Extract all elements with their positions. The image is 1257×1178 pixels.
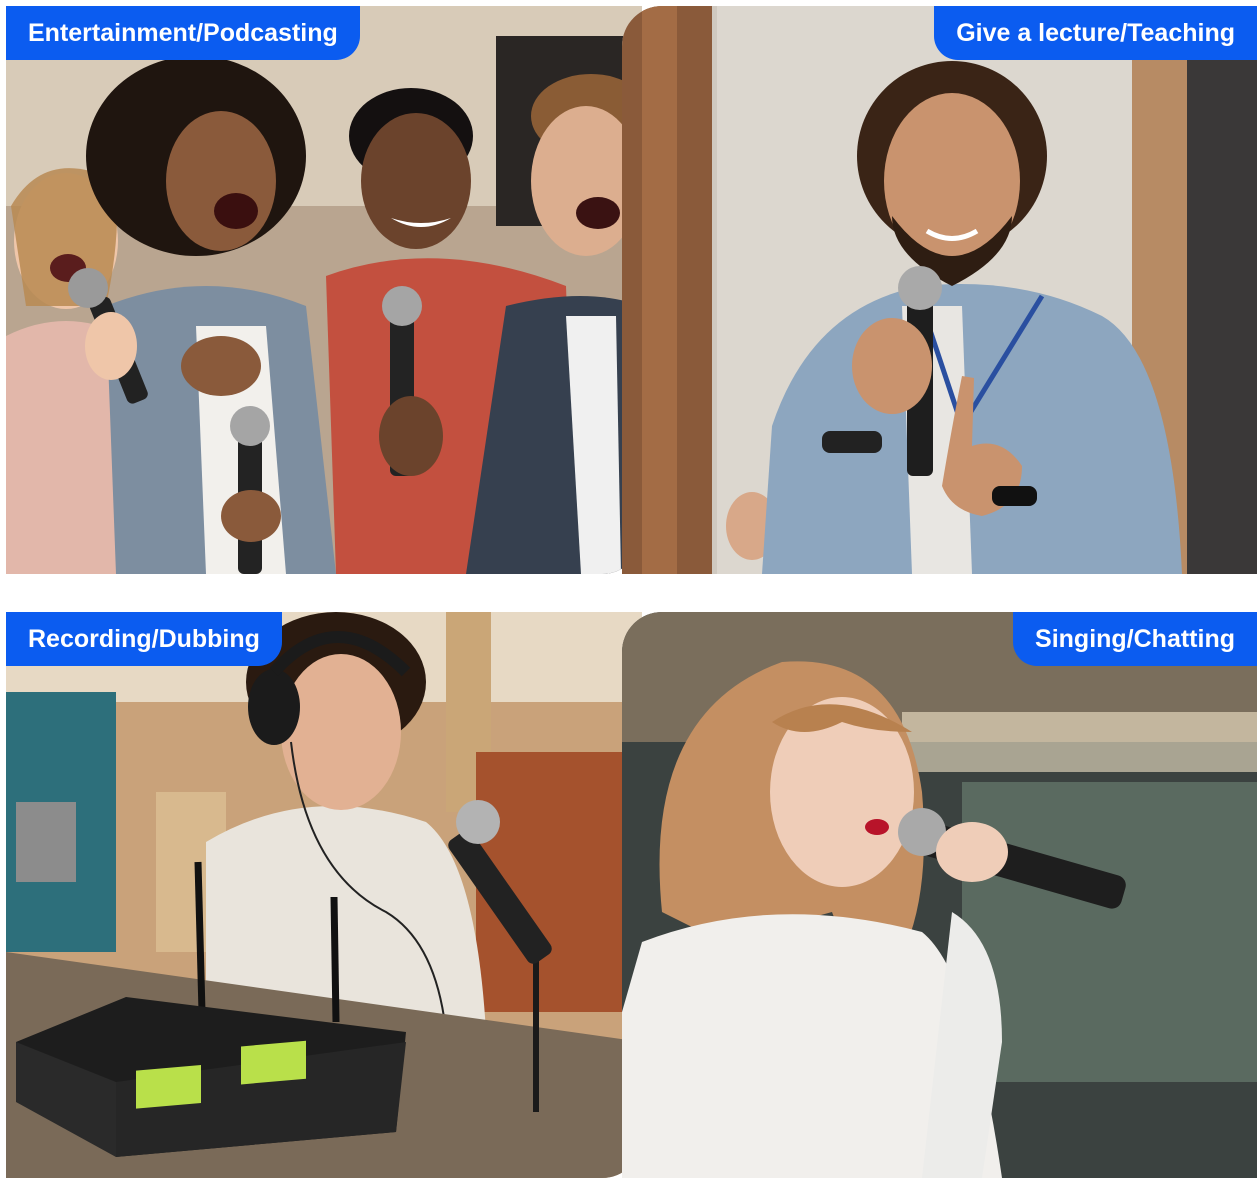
recording-studio-photo	[6, 612, 642, 1178]
photo-panel-entertainment: Entertainment/Podcasting	[6, 6, 642, 574]
panel-label: Singing/Chatting	[1013, 612, 1257, 666]
lecturer-photo	[622, 6, 1257, 574]
karaoke-group-photo	[6, 6, 642, 574]
singer-photo	[622, 612, 1257, 1178]
panel-label: Give a lecture/Teaching	[934, 6, 1257, 60]
photo-panel-lecture: Give a lecture/Teaching	[622, 6, 1257, 574]
panel-label: Entertainment/Podcasting	[6, 6, 360, 60]
panel-label: Recording/Dubbing	[6, 612, 282, 666]
photo-panel-recording: Recording/Dubbing	[6, 612, 642, 1178]
photo-panel-singing: Singing/Chatting	[622, 612, 1257, 1178]
